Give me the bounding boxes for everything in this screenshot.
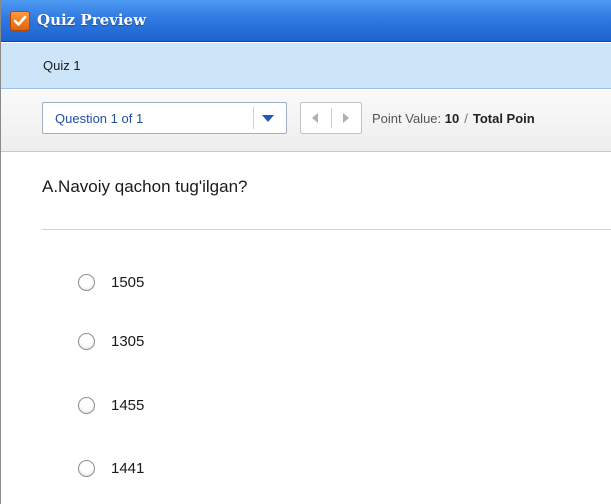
answer-option[interactable]: 1305 (78, 331, 278, 353)
select-divider (253, 107, 254, 129)
quiz-name: Quiz 1 (43, 58, 81, 73)
answer-label: 1455 (111, 397, 145, 414)
question-select[interactable]: Question 1 of 1 (42, 102, 287, 134)
window-title: Quiz Preview (37, 11, 147, 29)
points-separator: / (464, 111, 468, 126)
question-toolbar: Question 1 of 1 Point Value: 10 / Total Po… (1, 90, 611, 152)
point-value: 10 (444, 111, 460, 126)
chevron-down-icon[interactable] (262, 115, 274, 122)
question-divider (42, 229, 611, 230)
radio-button[interactable] (78, 397, 95, 414)
next-question-button[interactable] (332, 103, 362, 133)
radio-button[interactable] (78, 333, 95, 350)
point-value-label: Point Value: (372, 111, 442, 126)
answer-label: 1441 (111, 460, 145, 477)
question-text: A.Navoiy qachon tug'ilgan? (42, 177, 248, 196)
answer-option[interactable]: 1441 (78, 458, 278, 480)
title-bar: Quiz Preview (1, 0, 611, 42)
answer-label: 1305 (111, 333, 145, 350)
question-navigation (300, 102, 362, 134)
points-info: Point Value: 10 / Total Poin (372, 111, 535, 126)
previous-question-button[interactable] (301, 103, 331, 133)
radio-button[interactable] (78, 274, 95, 291)
answer-label: 1505 (111, 274, 145, 291)
answer-option[interactable]: 1505 (78, 272, 278, 294)
right-triangle-icon (343, 113, 349, 123)
left-triangle-icon (312, 113, 318, 123)
checkmark-icon (10, 11, 30, 31)
answer-option[interactable]: 1455 (78, 395, 278, 417)
quiz-header: Quiz 1 (1, 43, 611, 89)
radio-button[interactable] (78, 460, 95, 477)
quiz-preview-window: Quiz Preview Quiz 1 Question 1 of 1 Poin… (0, 0, 611, 504)
question-select-value: Question 1 of 1 (55, 111, 144, 126)
total-points-label: Total Poin (472, 111, 535, 126)
